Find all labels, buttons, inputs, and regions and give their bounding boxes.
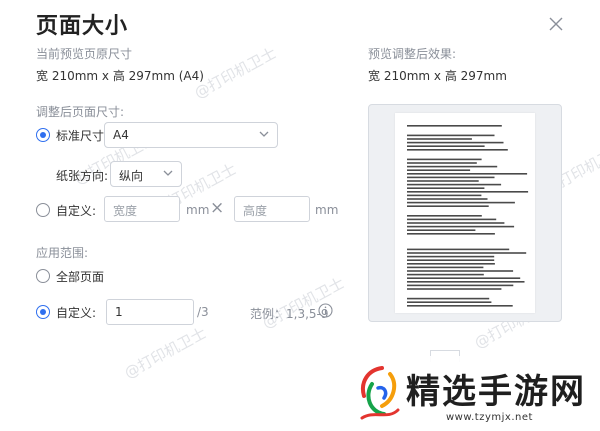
preview-text-line xyxy=(407,141,504,144)
current-size-value: 宽 210mm x 高 297mm (A4) xyxy=(36,69,204,83)
preview-text-line xyxy=(407,263,495,265)
preview-text-line xyxy=(407,229,476,231)
preview-text-line xyxy=(407,297,490,300)
preview-text-line xyxy=(407,138,472,140)
preview-page xyxy=(395,113,535,313)
custom-pages-radio[interactable] xyxy=(36,305,50,319)
width-unit: mm xyxy=(186,203,210,217)
total-pages: /3 xyxy=(197,305,209,319)
preview-text-line xyxy=(407,162,477,164)
custom-pages-value: 1 xyxy=(115,305,123,319)
times-icon: × xyxy=(210,198,225,218)
adjusted-preview-label: 预览调整后效果: xyxy=(368,47,457,61)
preview-text-line xyxy=(407,259,495,261)
preview-text-line xyxy=(407,252,527,254)
watermark: @打印机卫士 xyxy=(259,273,348,333)
standard-size-radio[interactable] xyxy=(36,128,50,142)
height-placeholder: 高度 xyxy=(243,204,268,218)
height-unit: mm xyxy=(315,203,339,217)
preview-text-line xyxy=(407,281,525,283)
preview-text-line xyxy=(407,215,482,217)
preview-text-line xyxy=(407,305,513,307)
scope-label: 应用范围: xyxy=(36,246,89,260)
preview-text-line xyxy=(407,270,514,272)
preview-text-line xyxy=(407,191,529,193)
preview-text-line xyxy=(407,183,502,186)
orientation-select[interactable]: 纵向 xyxy=(110,161,182,187)
preview-text-line xyxy=(407,173,528,175)
preview-text-line xyxy=(407,277,521,279)
site-logo: 精选手游网 www.tzymjx.net xyxy=(348,356,600,431)
height-input[interactable]: 高度 xyxy=(234,196,310,222)
range-example: 范例：1,3,5-9 xyxy=(250,307,329,321)
chevron-down-icon xyxy=(259,131,269,137)
preview-text-line xyxy=(407,284,514,287)
standard-size-label: 标准尺寸: xyxy=(56,129,109,143)
preview-text-line xyxy=(407,180,479,182)
preview-text-line xyxy=(407,187,485,189)
preview-text-line xyxy=(407,134,495,137)
close-icon xyxy=(549,17,563,31)
preview-text-line xyxy=(407,194,482,197)
standard-size-select[interactable]: A4 xyxy=(104,122,278,148)
preview-text-line xyxy=(407,273,484,276)
preview-text-lines xyxy=(407,125,529,307)
dialog-title: 页面大小 xyxy=(36,14,129,39)
preview-text-line xyxy=(407,301,492,303)
site-brand-url: www.tzymjx.net xyxy=(446,412,533,423)
info-icon[interactable] xyxy=(318,303,333,318)
width-placeholder: 宽度 xyxy=(113,204,138,218)
preview-text-line xyxy=(407,176,495,179)
chevron-down-icon xyxy=(163,170,173,176)
preview-text-line xyxy=(407,222,505,224)
preview-text-line xyxy=(407,205,489,207)
width-input[interactable]: 宽度 xyxy=(104,196,180,222)
preview-text-line xyxy=(407,158,482,161)
custom-pages-input[interactable]: 1 xyxy=(106,299,194,325)
standard-size-value: A4 xyxy=(113,128,129,142)
preview-text-line xyxy=(407,125,502,127)
watermark: @打印机卫士 xyxy=(121,323,210,383)
preview-text-line xyxy=(407,145,485,147)
preview-text-line xyxy=(407,288,502,290)
custom-pages-label: 自定义: xyxy=(56,306,97,320)
preview-text-line xyxy=(407,266,484,269)
preview-text-line xyxy=(407,225,515,228)
preview-text-line xyxy=(407,165,498,168)
adjust-size-label: 调整后页面尺寸: xyxy=(36,105,125,119)
orientation-label: 纸张方向: xyxy=(56,169,109,183)
preview-text-line xyxy=(407,201,515,204)
preview-text-line xyxy=(407,248,510,251)
all-pages-radio[interactable] xyxy=(36,269,50,283)
orientation-value: 纵向 xyxy=(119,169,144,183)
adjusted-preview-value: 宽 210mm x 高 297mm xyxy=(368,69,507,83)
current-size-label: 当前预览页原尺寸 xyxy=(36,47,133,61)
custom-size-radio[interactable] xyxy=(36,203,50,217)
swirl-logo-icon xyxy=(360,366,400,420)
preview-text-line xyxy=(407,198,488,200)
all-pages-label: 全部页面 xyxy=(56,270,105,284)
preview-frame xyxy=(368,104,562,322)
preview-text-line xyxy=(407,218,497,221)
preview-text-line xyxy=(407,149,508,151)
site-brand-name: 精选手游网 xyxy=(406,372,586,412)
close-button[interactable] xyxy=(546,14,566,34)
preview-text-line xyxy=(407,233,495,235)
custom-size-label: 自定义: xyxy=(56,204,97,218)
preview-text-line xyxy=(407,169,471,171)
preview-text-line xyxy=(407,255,495,258)
info-icon-graphic xyxy=(318,303,333,318)
